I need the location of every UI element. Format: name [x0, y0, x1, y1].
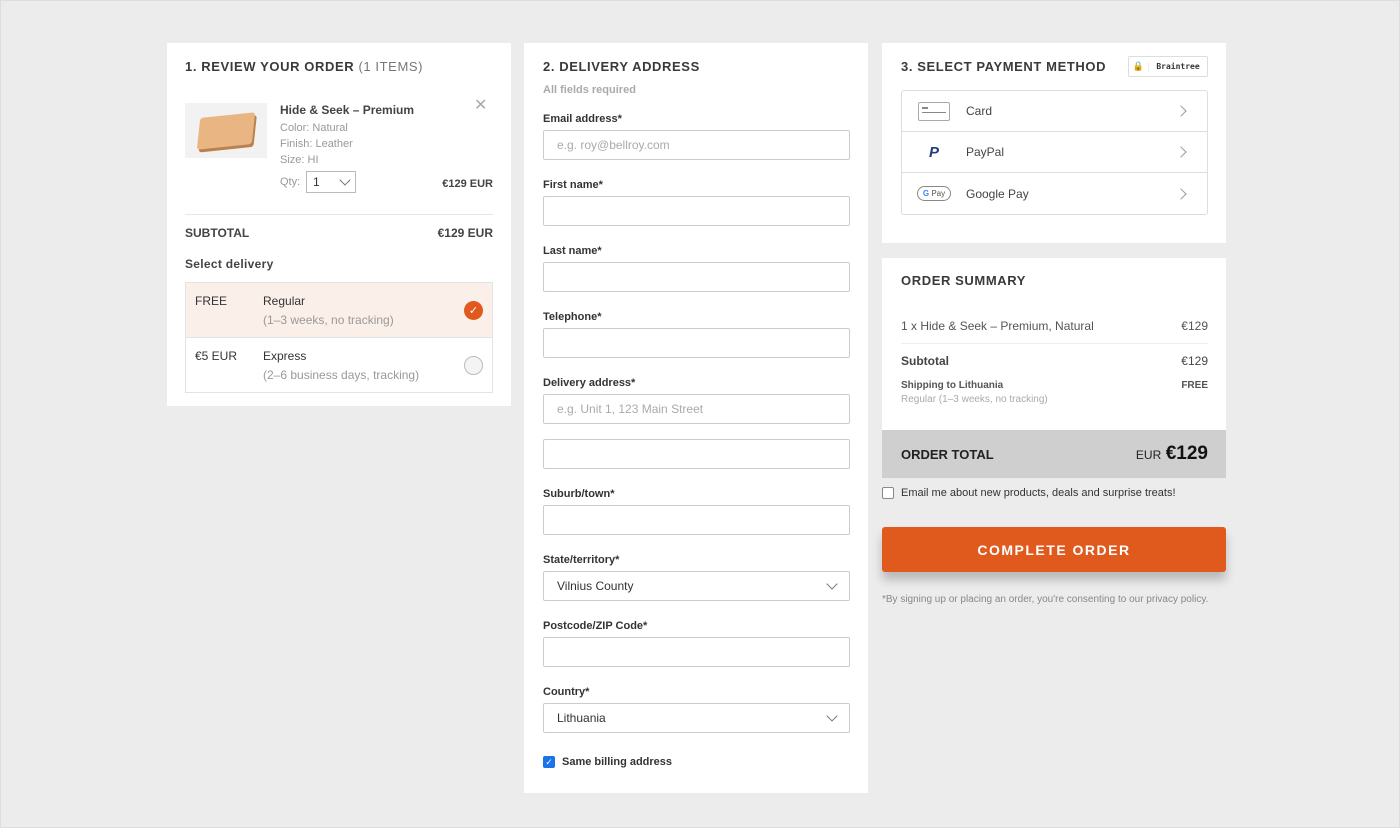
product-size: Size: HI [280, 154, 319, 166]
lock-icon: 🔒 [1129, 61, 1149, 72]
required-note: All fields required [543, 84, 636, 96]
select-delivery-label: Select delivery [185, 257, 274, 271]
shipping-value: FREE [1181, 380, 1208, 391]
telephone-field[interactable] [543, 328, 850, 358]
product-name: Hide & Seek – Premium [280, 103, 415, 117]
braintree-badge: 🔒 Braintree [1128, 56, 1208, 77]
payment-method-paypal[interactable]: P PayPal [902, 132, 1207, 173]
order-total-value: €129 [1165, 443, 1208, 464]
email-field[interactable] [543, 130, 850, 160]
remove-item-icon[interactable]: ✕ [474, 95, 487, 115]
credit-card-icon [918, 101, 950, 121]
subtotal-value: €129 EUR [437, 226, 493, 240]
delivery-price: FREE [195, 294, 228, 308]
telephone-label: Telephone* [543, 311, 602, 323]
divider [901, 343, 1208, 344]
delivery-option-regular[interactable]: FREE Regular (1–3 weeks, no tracking) ✓ [186, 283, 492, 338]
summary-subtotal-label: Subtotal [901, 354, 949, 368]
payment-method-google-pay[interactable]: G Pay Google Pay [902, 173, 1207, 214]
newsletter-label: Email me about new products, deals and s… [901, 487, 1176, 499]
suburb-label: Suburb/town* [543, 488, 615, 500]
checkbox-checked[interactable]: ✓ [543, 756, 555, 768]
summary-subtotal-value: €129 [1181, 354, 1208, 368]
product-color: Color: Natural [280, 122, 348, 134]
google-pay-icon: G Pay [916, 186, 952, 201]
state-label: State/territory* [543, 554, 620, 566]
order-summary-panel: ORDER SUMMARY 1 x Hide & Seek – Premium,… [882, 258, 1226, 478]
country-select[interactable]: Lithuania [543, 703, 850, 733]
radio-unchecked-icon[interactable] [464, 356, 483, 375]
divider [185, 214, 493, 215]
delivery-address-label: Delivery address* [543, 377, 636, 389]
qty-label: Qty: [280, 176, 301, 188]
suburb-field[interactable] [543, 505, 850, 535]
chevron-right-icon [1175, 105, 1187, 117]
review-order-panel: 1. REVIEW YOUR ORDER (1 ITEMS) Hide & Se… [167, 43, 511, 406]
payment-method-label: PayPal [966, 145, 1005, 159]
chevron-down-icon [339, 174, 351, 186]
same-billing-label: Same billing address [562, 756, 673, 768]
address-title: 2. DELIVERY ADDRESS [543, 59, 700, 74]
delivery-option-express[interactable]: €5 EUR Express (2–6 business days, track… [186, 338, 492, 392]
payment-methods-list: Card P PayPal G Pay Google Pay [901, 90, 1208, 215]
delivery-desc: (2–6 business days, tracking) [263, 368, 420, 382]
payment-panel: 3. SELECT PAYMENT METHOD 🔒 Braintree Car… [882, 43, 1226, 243]
first-name-field[interactable] [543, 196, 850, 226]
consent-text: *By signing up or placing an order, you'… [882, 594, 1209, 605]
payment-method-label: Card [966, 104, 993, 118]
payment-title: 3. SELECT PAYMENT METHOD [901, 59, 1107, 74]
shipping-desc: Regular (1–3 weeks, no tracking) [901, 394, 1048, 405]
country-label: Country* [543, 686, 590, 698]
complete-order-button[interactable]: COMPLETE ORDER [882, 527, 1226, 572]
summary-line-item: 1 x Hide & Seek – Premium, Natural [901, 319, 1094, 333]
chevron-right-icon [1175, 146, 1187, 158]
state-value: Vilnius County [557, 579, 634, 593]
email-label: Email address* [543, 113, 622, 125]
address-line2-field[interactable] [543, 439, 850, 469]
first-name-label: First name* [543, 179, 603, 191]
postcode-label: Postcode/ZIP Code* [543, 620, 648, 632]
order-total-label: ORDER TOTAL [901, 446, 994, 462]
last-name-label: Last name* [543, 245, 602, 257]
review-title: 1. REVIEW YOUR ORDER (1 ITEMS) [185, 59, 424, 74]
order-total-bar: ORDER TOTAL EUR €129 [882, 430, 1226, 478]
delivery-address-panel: 2. DELIVERY ADDRESS All fields required … [524, 43, 868, 793]
product-finish: Finish: Leather [280, 138, 353, 150]
state-select[interactable]: Vilnius County [543, 571, 850, 601]
product-image [185, 103, 267, 158]
delivery-name: Express [263, 349, 307, 363]
postcode-field[interactable] [543, 637, 850, 667]
delivery-desc: (1–3 weeks, no tracking) [263, 313, 394, 327]
paypal-icon: P [928, 143, 939, 161]
summary-line-price: €129 [1181, 319, 1208, 333]
country-value: Lithuania [557, 711, 606, 725]
chevron-down-icon [826, 578, 838, 590]
radio-checked-icon[interactable]: ✓ [464, 301, 483, 320]
same-billing-row[interactable]: ✓ Same billing address [543, 756, 672, 768]
address-line1-field[interactable] [543, 394, 850, 424]
chevron-down-icon [826, 710, 838, 722]
last-name-field[interactable] [543, 262, 850, 292]
shipping-label: Shipping to Lithuania [901, 380, 1004, 391]
total-currency: EUR [1135, 448, 1162, 462]
delivery-price: €5 EUR [195, 349, 238, 363]
chevron-right-icon [1175, 187, 1187, 200]
payment-method-card[interactable]: Card [902, 91, 1207, 132]
delivery-name: Regular [263, 294, 306, 308]
summary-title: ORDER SUMMARY [901, 273, 1027, 288]
newsletter-row[interactable]: Email me about new products, deals and s… [882, 487, 1176, 499]
newsletter-checkbox[interactable] [882, 487, 894, 499]
payment-method-label: Google Pay [966, 186, 1029, 201]
qty-select[interactable]: 1 [306, 171, 356, 193]
item-price: €129 EUR [442, 178, 493, 190]
subtotal-label: SUBTOTAL [185, 226, 250, 240]
qty-value: 1 [313, 175, 320, 189]
